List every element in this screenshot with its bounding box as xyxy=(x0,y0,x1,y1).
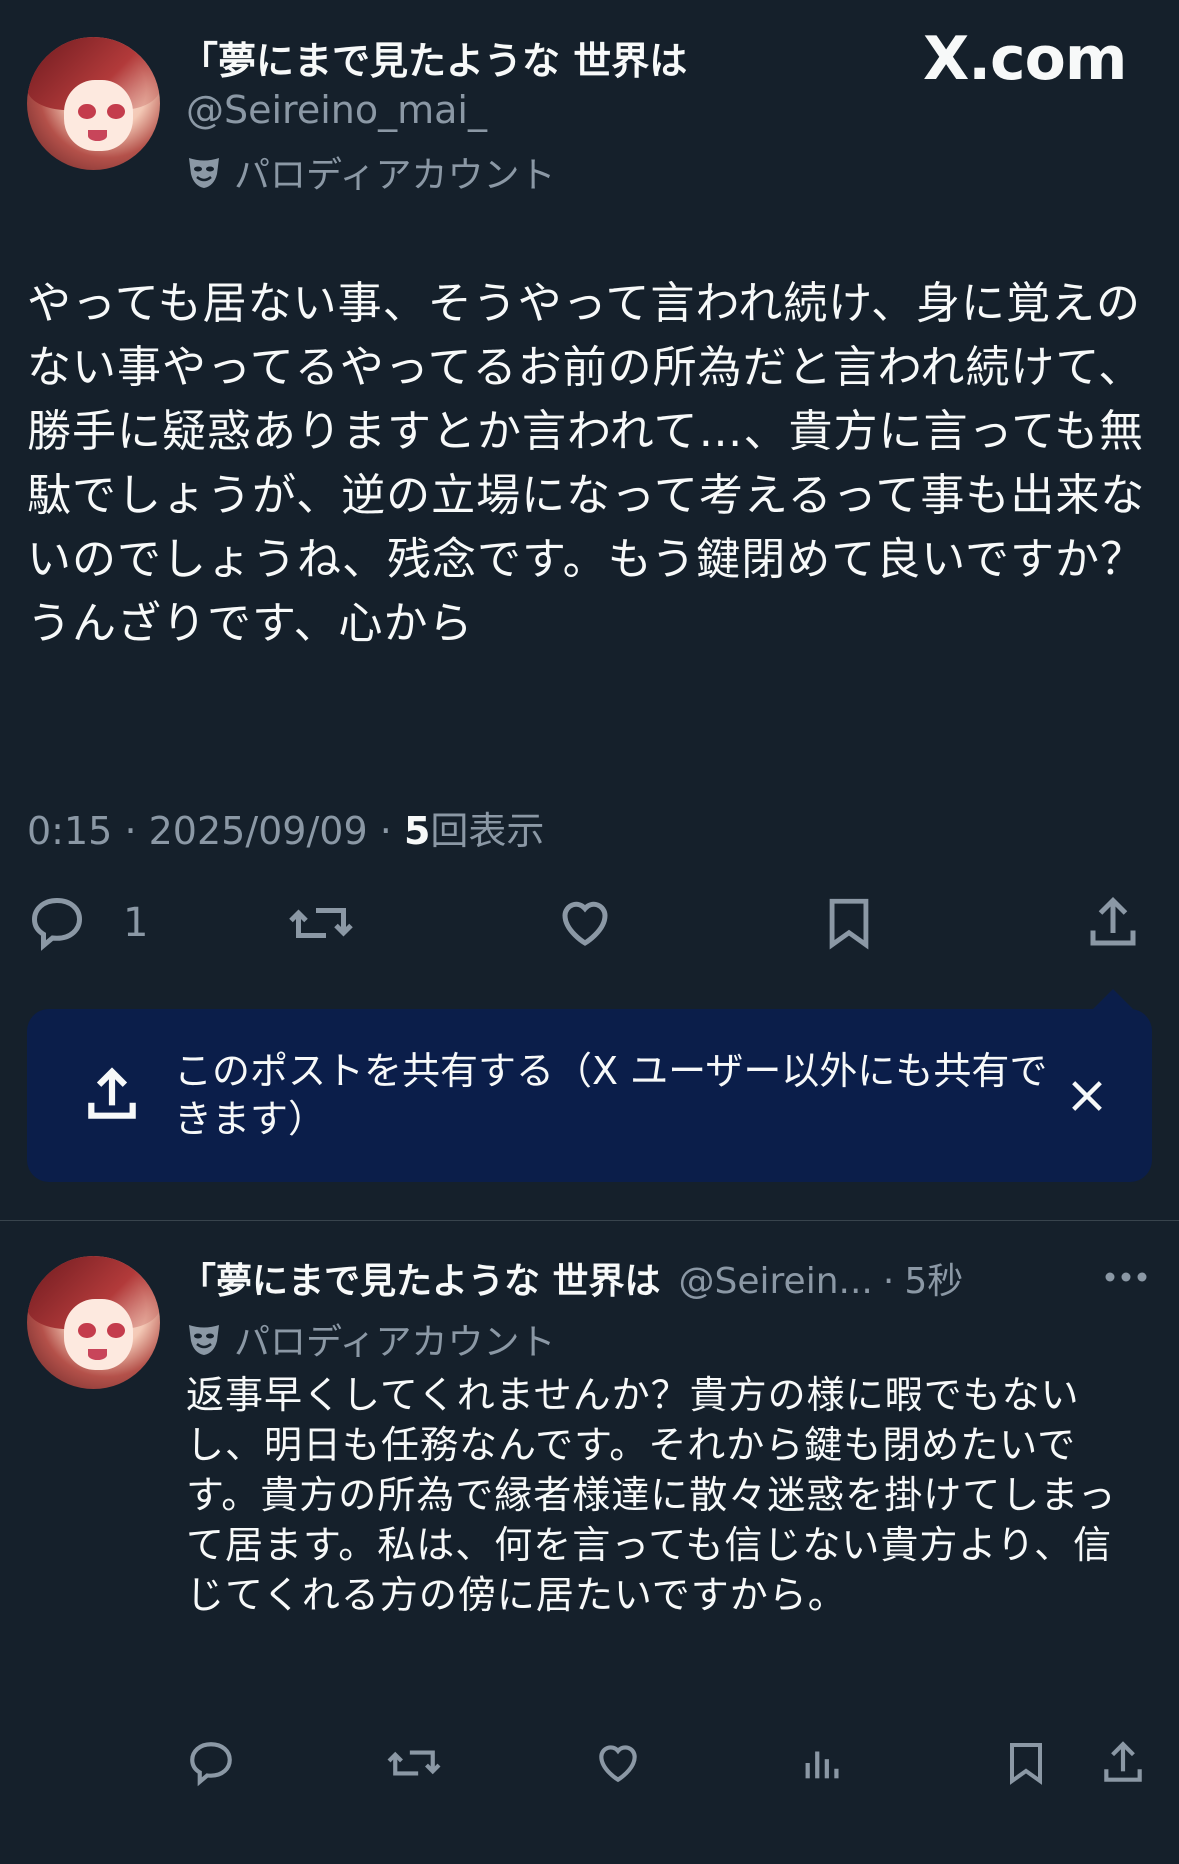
reply-parody-label-text: パロディアカウント xyxy=(234,1322,556,1363)
display-name[interactable]: 「夢にまで見たような 世界は xyxy=(180,30,687,85)
post-meta: 0:15 · 2025/09/09 · 5回表示 xyxy=(27,800,544,855)
like-button[interactable] xyxy=(555,893,615,953)
reply-views-button[interactable] xyxy=(800,1738,846,1788)
reply-time-ago[interactable]: 5秒 xyxy=(904,1252,963,1304)
mask-icon xyxy=(189,1325,219,1355)
share-upload-icon xyxy=(88,1067,136,1119)
reply-like-button[interactable] xyxy=(593,1738,643,1788)
avatar[interactable] xyxy=(27,37,160,170)
share-button[interactable] xyxy=(1083,893,1143,953)
reply-display-name[interactable]: 「夢にまで見たような 世界は xyxy=(180,1252,661,1304)
reply-icon xyxy=(31,897,83,951)
reply-avatar[interactable] xyxy=(27,1256,160,1389)
reply-separator: · xyxy=(882,1261,895,1302)
repost-icon xyxy=(387,1750,441,1776)
reply-count: 1 xyxy=(123,900,149,946)
reply-parody-label: パロディアカウント xyxy=(186,1313,555,1365)
views-count: 5 xyxy=(403,809,431,853)
meta-separator: · xyxy=(124,809,137,853)
repost-icon xyxy=(289,908,353,938)
post-text: やっても居ない事、そうやって言われ続け、身に覚えのない事やってるやってるお前の所… xyxy=(27,278,1146,649)
share-toast[interactable]: このポストを共有する（X ユーザー以外にも共有できます） xyxy=(27,1009,1152,1182)
reply-bookmark-button[interactable] xyxy=(1002,1738,1050,1788)
reply-button[interactable]: 1 xyxy=(27,893,148,953)
x-logo: X.com xyxy=(923,24,1127,94)
bookmark-button[interactable] xyxy=(820,893,878,953)
divider xyxy=(0,1220,1179,1221)
share-icon xyxy=(1090,896,1136,946)
share-toast-text[interactable]: このポストを共有する（X ユーザー以外にも共有できます） xyxy=(174,1047,1054,1143)
reply-reply-button[interactable] xyxy=(186,1738,236,1788)
mask-icon xyxy=(189,158,219,188)
meta-separator: · xyxy=(379,809,392,853)
heart-icon xyxy=(562,901,608,946)
close-icon[interactable] xyxy=(1067,1076,1107,1116)
reply-icon xyxy=(190,1742,232,1787)
reply-handle[interactable]: @Seirein... xyxy=(679,1261,873,1302)
more-options-icon[interactable] xyxy=(1104,1270,1148,1284)
bookmark-icon xyxy=(829,898,869,950)
reply-repost-button[interactable] xyxy=(386,1738,442,1788)
reply-text: 返事早くしてくれませんか？貴方の様に暇でもないし、明日も任務なんです。それから鍵… xyxy=(186,1373,1117,1617)
toast-pointer xyxy=(1093,989,1133,1009)
heart-icon xyxy=(599,1745,637,1783)
bookmark-icon xyxy=(1010,1743,1042,1785)
parody-label: パロディアカウント xyxy=(186,146,555,198)
parody-label-text: パロディアカウント xyxy=(234,155,556,196)
share-icon xyxy=(1104,1741,1142,1782)
post-time[interactable]: 0:15 xyxy=(27,809,112,853)
views-label: 回表示 xyxy=(430,809,545,853)
user-handle[interactable]: @Seireino_mai_ xyxy=(186,88,487,132)
reply-header: 「夢にまで見たような 世界は @Seirein... · 5秒 xyxy=(180,1252,963,1304)
post-date[interactable]: 2025/09/09 xyxy=(149,809,368,853)
reply-share-button[interactable] xyxy=(1098,1738,1148,1788)
repost-button[interactable] xyxy=(288,893,354,953)
analytics-icon xyxy=(805,1751,839,1779)
